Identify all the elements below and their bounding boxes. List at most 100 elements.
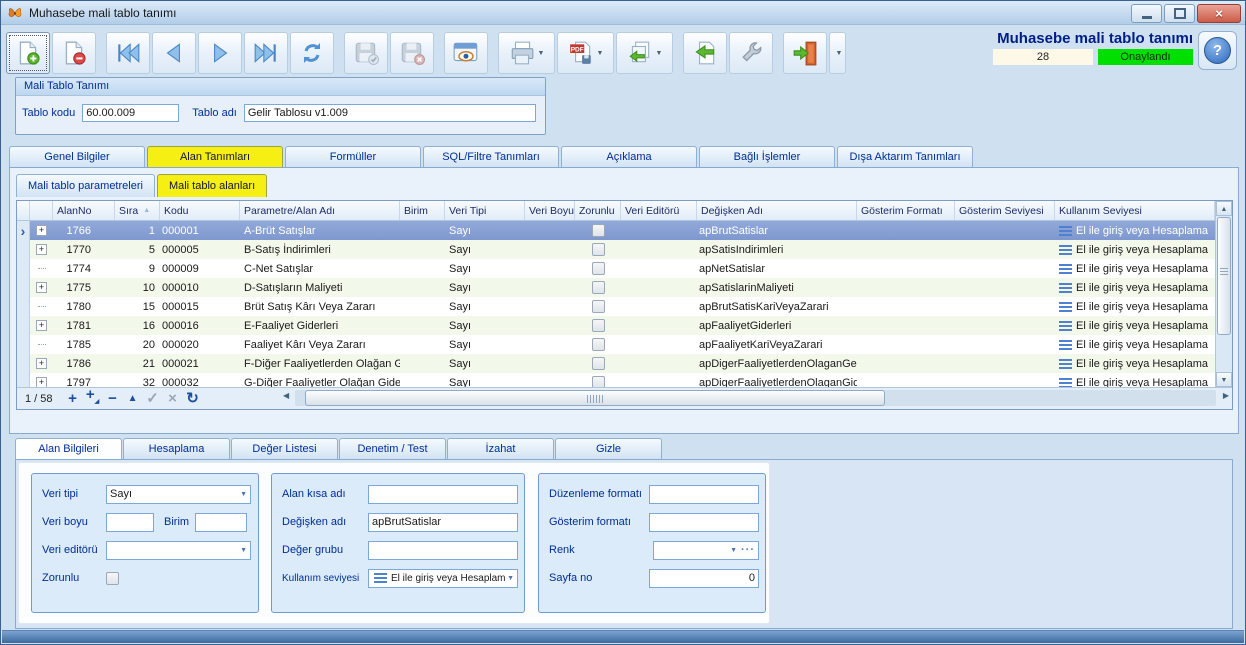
new-record-button[interactable]	[6, 32, 50, 74]
pdf-dropdown-arrow-icon[interactable]: ▼	[597, 50, 604, 57]
col-sira[interactable]: Sıra▲	[115, 201, 160, 220]
main-tab[interactable]: Genel Bilgiler	[9, 146, 145, 167]
copy-record-button[interactable]: ▼	[616, 32, 673, 74]
sub-tab[interactable]: Mali tablo parametreleri	[16, 174, 155, 197]
post-edit-button[interactable]: ✓	[143, 390, 163, 408]
print-preview-button[interactable]	[444, 32, 488, 74]
zorunlu-checkbox[interactable]	[592, 262, 605, 275]
table-row[interactable]: 1775 10 000010 D-Satışların Maliyeti Say…	[17, 278, 1215, 297]
ellipsis-browse-icon[interactable]: ···	[741, 544, 755, 556]
tools-button[interactable]	[729, 32, 773, 74]
scroll-right-arrow-icon[interactable]: ▶	[1223, 391, 1229, 400]
table-row[interactable]: 1781 16 000016 E-Faaliyet Giderleri Sayı…	[17, 316, 1215, 335]
detail-tab[interactable]: İzahat	[447, 438, 554, 459]
main-tab[interactable]: Formüller	[285, 146, 421, 167]
zorunlu-checkbox[interactable]	[592, 243, 605, 256]
detail-tab[interactable]: Değer Listesi	[231, 438, 338, 459]
zorunlu-checkbox[interactable]	[592, 338, 605, 351]
exit-button[interactable]	[783, 32, 827, 74]
zorunlu-checkbox[interactable]	[592, 376, 605, 387]
vertical-scrollbar[interactable]: ▲ ▼	[1215, 201, 1232, 387]
table-row[interactable]: 1774 9 000009 C-Net Satışlar Sayı apNetS…	[17, 259, 1215, 278]
col-kullanim-seviyesi[interactable]: Kullanım Seviyesi	[1055, 201, 1215, 220]
col-parametre-alan-adi[interactable]: Parametre/Alan Adı	[240, 201, 400, 220]
close-button[interactable]: ×	[1197, 4, 1241, 23]
col-veri-tipi[interactable]: Veri Tipi	[445, 201, 525, 220]
copy-dropdown-arrow-icon[interactable]: ▼	[656, 50, 663, 57]
detail-tab[interactable]: Hesaplama	[123, 438, 230, 459]
deger-grubu-input[interactable]	[368, 541, 518, 560]
exit-options-button[interactable]: ▼	[829, 32, 846, 74]
zorunlu-detail-checkbox[interactable]	[106, 572, 119, 585]
zorunlu-checkbox[interactable]	[592, 281, 605, 294]
refresh-grid-button[interactable]: ↻	[183, 390, 203, 408]
table-row[interactable]: 1786 21 000021 F-Diğer Faaliyetlerden Ol…	[17, 354, 1215, 373]
tablo-adi-input[interactable]	[244, 104, 536, 122]
tablo-kodu-input[interactable]	[82, 104, 179, 122]
remove-record-button[interactable]: −	[103, 390, 123, 408]
col-birim[interactable]: Birim	[400, 201, 445, 220]
col-veri-boyu[interactable]: Veri Boyu	[525, 201, 575, 220]
print-button[interactable]: ▼	[498, 32, 555, 74]
next-record-button[interactable]	[198, 32, 242, 74]
col-kodu[interactable]: Kodu	[160, 201, 240, 220]
detail-tab[interactable]: Denetim / Test	[339, 438, 446, 459]
help-button[interactable]: ?	[1198, 31, 1237, 70]
col-gosterim-seviyesi[interactable]: Gösterim Seviyesi	[955, 201, 1055, 220]
scroll-down-arrow-icon[interactable]: ▼	[1216, 372, 1232, 387]
veri-editoru-select[interactable]: ▼	[106, 541, 251, 560]
table-row[interactable]: 1780 15 000015 Brüt Satış Kârı Veya Zara…	[17, 297, 1215, 316]
vertical-scroll-thumb[interactable]	[1217, 217, 1231, 335]
col-degisken-adi[interactable]: Değişken Adı	[697, 201, 857, 220]
expand-icon[interactable]	[36, 320, 47, 331]
expand-icon[interactable]	[36, 225, 47, 236]
sayfa-no-input[interactable]	[649, 569, 759, 588]
main-tab[interactable]: Açıklama	[561, 146, 697, 167]
scroll-up-arrow-icon[interactable]: ▲	[1216, 201, 1232, 216]
export-pdf-button[interactable]: PDF ▼	[557, 32, 614, 74]
expand-icon[interactable]	[36, 358, 47, 369]
gosterim-formati-input[interactable]	[649, 513, 759, 532]
insert-child-record-button[interactable]: +	[83, 386, 103, 411]
horizontal-scrollbar[interactable]: ◀ ▶	[295, 390, 1216, 406]
previous-record-button[interactable]	[152, 32, 196, 74]
print-dropdown-arrow-icon[interactable]: ▼	[538, 50, 545, 57]
zorunlu-checkbox[interactable]	[592, 300, 605, 313]
main-tab[interactable]: Bağlı İşlemler	[699, 146, 835, 167]
table-row[interactable]: 1766 1 000001 A-Brüt Satışlar Sayı apBru…	[17, 221, 1215, 240]
expand-icon[interactable]	[36, 282, 47, 293]
expand-icon[interactable]	[36, 244, 47, 255]
alan-kisa-adi-input[interactable]	[368, 485, 518, 504]
edit-record-button[interactable]: ▲	[123, 390, 143, 408]
title-bar[interactable]: Muhasebe mali tablo tanımı ×	[1, 1, 1245, 25]
minimize-button[interactable]	[1131, 4, 1162, 23]
insert-record-button[interactable]: +	[63, 390, 83, 408]
main-tab[interactable]: SQL/Filtre Tanımları	[423, 146, 559, 167]
table-row[interactable]: 1770 5 000005 B-Satış İndirimleri Sayı a…	[17, 240, 1215, 259]
save-cancel-button[interactable]	[390, 32, 434, 74]
delete-record-button[interactable]	[52, 32, 96, 74]
sub-tab[interactable]: Mali tablo alanları	[157, 174, 267, 197]
degisken-adi-input[interactable]	[368, 513, 518, 532]
refresh-button[interactable]	[290, 32, 334, 74]
table-row[interactable]: 1785 20 000020 Faaliyet Kârı Veya Zararı…	[17, 335, 1215, 354]
col-gosterim-formati[interactable]: Gösterim Formatı	[857, 201, 955, 220]
zorunlu-checkbox[interactable]	[592, 357, 605, 370]
first-record-button[interactable]	[106, 32, 150, 74]
save-button[interactable]	[344, 32, 388, 74]
birim-input[interactable]	[195, 513, 247, 532]
exit-dropdown-arrow-icon[interactable]: ▼	[836, 50, 843, 57]
expand-icon[interactable]	[36, 377, 47, 387]
maximize-button[interactable]	[1164, 4, 1195, 23]
veri-boyu-input[interactable]	[106, 513, 154, 532]
detail-tab[interactable]: Alan Bilgileri	[15, 438, 122, 459]
zorunlu-checkbox[interactable]	[592, 224, 605, 237]
col-zorunlu[interactable]: Zorunlu	[575, 201, 621, 220]
col-alanno[interactable]: AlanNo	[53, 201, 115, 220]
table-row[interactable]: 1797 32 000032 G-Diğer Faaliyetler Olağa…	[17, 373, 1215, 387]
last-record-button[interactable]	[244, 32, 288, 74]
detail-tab[interactable]: Gizle	[555, 438, 662, 459]
kullanim-seviyesi-select[interactable]: El ile giriş veya Hesaplama ▼	[368, 569, 518, 588]
import-record-button[interactable]	[683, 32, 727, 74]
main-tab[interactable]: Dışa Aktarım Tanımları	[837, 146, 973, 167]
